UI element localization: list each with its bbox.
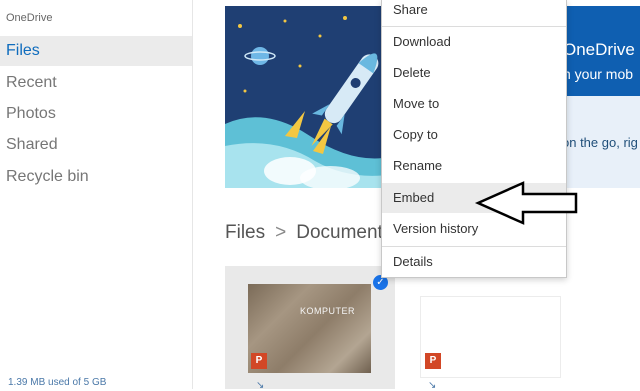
menu-item-rename[interactable]: Rename	[382, 151, 566, 181]
sidebar: OneDrive Files Recent Photos Shared Recy…	[0, 0, 193, 389]
sync-status-icon: ↘	[256, 380, 265, 391]
banner-description: on the go, rig	[562, 135, 638, 150]
sidebar-item-photos[interactable]: Photos	[0, 99, 192, 129]
menu-item-details[interactable]: Details	[382, 247, 566, 277]
sidebar-item-shared[interactable]: Shared	[0, 130, 192, 160]
rocket-illustration	[225, 6, 395, 188]
app-brand[interactable]: OneDrive	[6, 12, 52, 24]
banner-title: OneDrive	[563, 40, 635, 59]
breadcrumb-current: Document	[296, 222, 383, 243]
sync-status-icon: ↘	[428, 380, 437, 391]
chevron-right-icon: >	[275, 222, 287, 243]
sidebar-item-recycle-bin[interactable]: Recycle bin	[0, 162, 192, 192]
breadcrumb: Files > Document	[225, 222, 383, 244]
menu-item-version-history[interactable]: Version history	[382, 214, 566, 244]
thumbnail-title: KOMPUTER	[300, 306, 356, 316]
menu-item-move-to[interactable]: Move to	[382, 89, 566, 119]
context-menu: Share Download Delete Move to Copy to Re…	[381, 0, 567, 278]
breadcrumb-files[interactable]: Files	[225, 222, 265, 243]
banner-subtitle: n your mob	[563, 66, 634, 82]
file-tile[interactable]	[420, 296, 561, 378]
powerpoint-icon: P	[251, 353, 267, 369]
menu-item-embed[interactable]: Embed	[382, 183, 566, 213]
storage-usage[interactable]: 1.39 MB used of 5 GB	[8, 377, 106, 388]
menu-item-download[interactable]: Download	[382, 27, 566, 57]
menu-item-copy-to[interactable]: Copy to	[382, 120, 566, 150]
menu-item-share[interactable]: Share	[382, 0, 566, 25]
powerpoint-icon: P	[425, 353, 441, 369]
menu-item-delete[interactable]: Delete	[382, 58, 566, 88]
sidebar-item-files[interactable]: Files	[0, 36, 192, 66]
sidebar-item-recent[interactable]: Recent	[0, 68, 192, 98]
